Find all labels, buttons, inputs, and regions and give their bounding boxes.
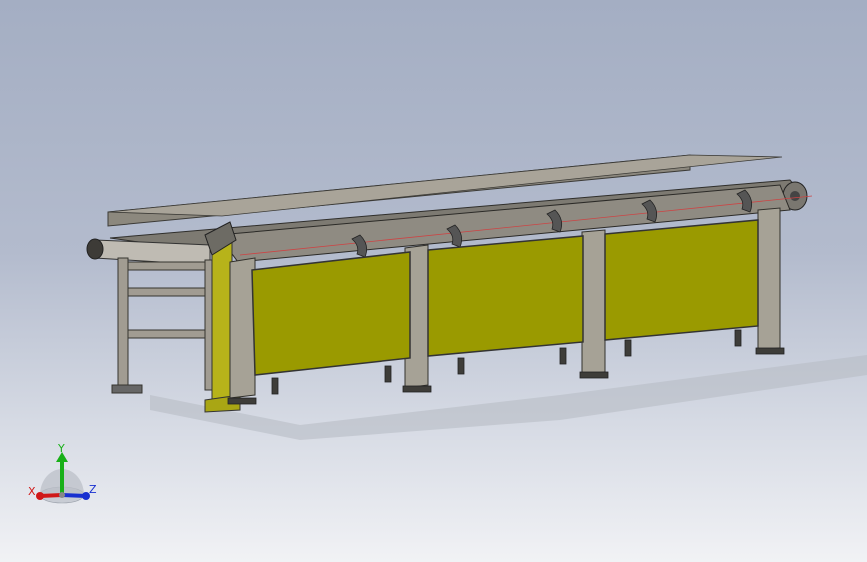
conveyor-model[interactable] xyxy=(0,0,867,562)
head-drum-end xyxy=(86,238,104,260)
z-axis-label: Z xyxy=(89,483,97,496)
triad-origin xyxy=(59,492,65,498)
guard-panel-2[interactable] xyxy=(427,235,584,357)
head-drum[interactable] xyxy=(94,239,211,266)
left-support-frame[interactable] xyxy=(111,257,219,394)
x-axis-label: X xyxy=(28,485,36,498)
y-axis-label: Y xyxy=(57,442,65,455)
cad-viewport[interactable]: Y X Z xyxy=(0,0,867,562)
guard-panel-1[interactable] xyxy=(251,251,411,376)
guard-panel-3[interactable] xyxy=(604,219,759,341)
tail-roller-hub xyxy=(790,191,800,201)
view-orientation-triad[interactable]: Y X Z xyxy=(26,440,106,510)
x-axis-tip xyxy=(36,492,44,500)
